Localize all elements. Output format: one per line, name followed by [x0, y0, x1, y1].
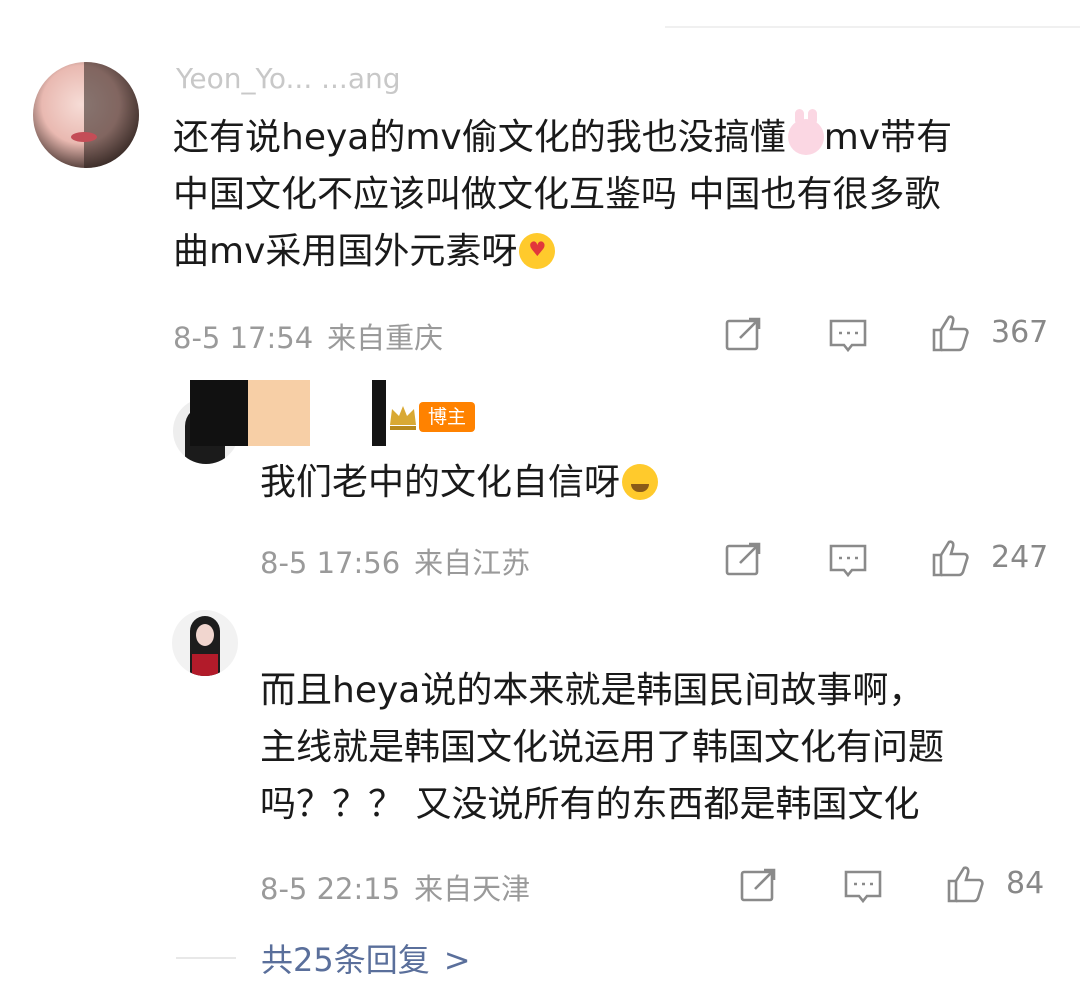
repost-icon[interactable]: [723, 539, 763, 579]
heart-eyes-emoji-icon: [519, 233, 556, 269]
comment-meta: 8-5 22:15 来自天津: [260, 866, 530, 908]
like-count: 84: [1006, 866, 1045, 901]
more-replies-divider: [176, 957, 236, 959]
repost-icon[interactable]: [723, 314, 763, 354]
top-divider: [665, 26, 1080, 28]
more-replies-link[interactable]: 共25条回复 >: [261, 935, 471, 981]
crown-icon: [386, 399, 420, 433]
comment-location: 来自重庆: [327, 321, 444, 355]
username[interactable]: [261, 618, 341, 648]
comment-meta: 8-5 17:54 来自重庆: [173, 315, 443, 357]
like-icon[interactable]: [945, 864, 985, 904]
comment-text: 还有说heya的mv偷文化的我也没搞懂 mv带有 中国文化不应该叫做文化互鉴吗 中…: [173, 109, 952, 280]
like-icon[interactable]: [930, 538, 970, 578]
bunny-emoji-icon: [787, 109, 824, 155]
redacted-block: [372, 380, 386, 446]
comment-date: 8-5 17:54: [173, 321, 314, 355]
comment-date: 8-5 17:56: [260, 546, 401, 580]
like-count: 247: [991, 540, 1049, 575]
like-count: 367: [991, 315, 1049, 350]
comment-location: 来自江苏: [414, 546, 531, 580]
crying-emoji-icon: [622, 464, 659, 500]
comment-meta: 8-5 17:56 来自江苏: [260, 540, 530, 582]
repost-icon[interactable]: [738, 865, 778, 905]
comment-date: 8-5 22:15: [260, 872, 401, 906]
comment-icon[interactable]: [843, 866, 883, 906]
comment-icon[interactable]: [828, 315, 868, 355]
comment-text: 我们老中的文化自信呀: [260, 454, 659, 511]
username[interactable]: Yeon_Yo... ...ang: [176, 62, 521, 96]
avatar[interactable]: [172, 610, 238, 676]
chevron-right-icon: >: [443, 941, 471, 979]
blogger-badge: 博主: [419, 402, 476, 432]
avatar[interactable]: [33, 62, 139, 168]
comment-text: 而且heya说的本来就是韩国民间故事啊， 主线就是韩国文化说运用了韩国文化有问题…: [260, 670, 945, 825]
comment-location: 来自天津: [414, 872, 531, 906]
more-replies-label: 共25条回复: [261, 941, 430, 979]
comment-icon[interactable]: [828, 540, 868, 580]
redacted-block: [190, 380, 248, 446]
like-icon[interactable]: [930, 313, 970, 353]
redacted-block: [248, 380, 310, 446]
